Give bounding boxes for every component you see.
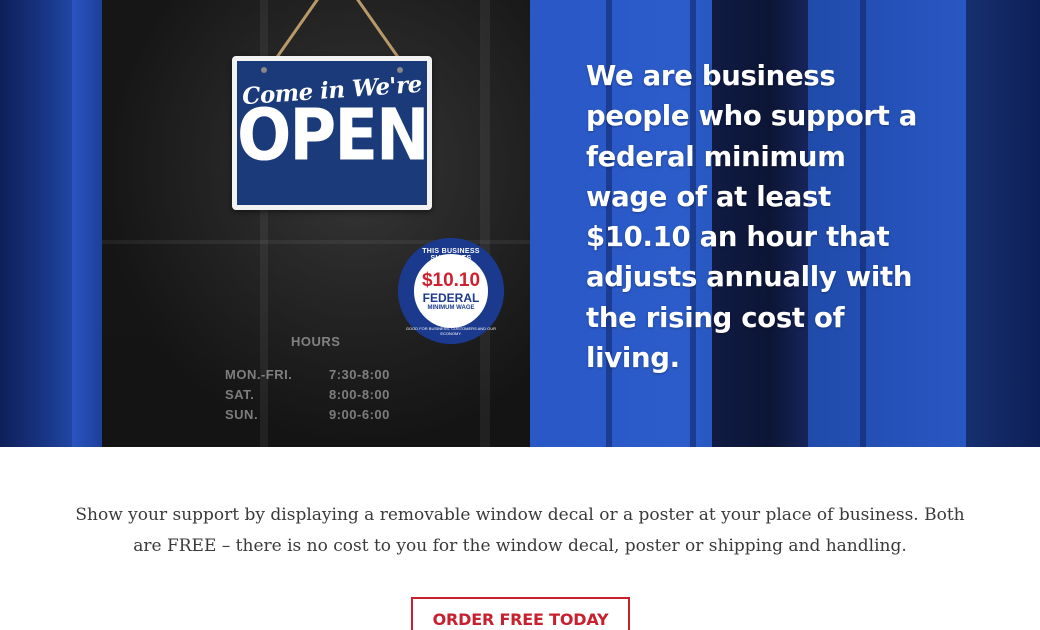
door-frame-edge [72,0,102,447]
intro-paragraph: Show your support by displaying a remova… [75,505,965,556]
hours-title: HOURS [291,334,341,349]
open-sign: Come in We're OPEN [232,56,432,210]
hours-row: SUN. 9:00-6:00 [225,407,390,422]
sign-open-text: OPEN [237,94,430,178]
badge-minimum-wage: MINIMUM WAGE [427,305,475,311]
hero-headline: We are business people who support a fed… [586,60,918,375]
door-frame-right [966,0,1040,447]
door-frame-left [0,0,76,447]
badge-ring-text: THIS BUSINESS SUPPORTS [422,248,480,262]
badge-federal: FEDERAL [422,291,480,305]
store-hours-decal: HOURS MON.-FRI. 7:30-8:00 SAT. 8:00-8:00… [225,334,425,427]
order-free-button[interactable]: ORDER FREE TODAY [411,597,630,630]
hours-row: SAT. 8:00-8:00 [225,387,390,402]
badge-price: $10.10 [421,270,481,291]
hero-banner: Come in We're OPEN THIS BUSINESS SUPPORT… [0,0,1040,447]
minimum-wage-badge: THIS BUSINESS SUPPORTS $10.10 FEDERAL MI… [398,238,504,344]
hours-row: MON.-FRI. 7:30-8:00 [225,367,390,382]
